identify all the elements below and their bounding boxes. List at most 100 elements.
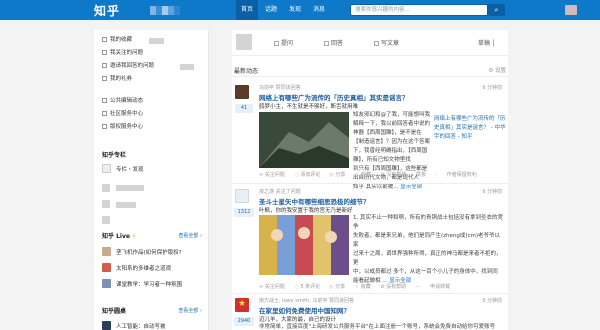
live-item[interactable]: 垄飞机作品(如何保护版权? (116, 248, 182, 256)
answer-image[interactable] (259, 112, 349, 168)
live-avatar (102, 247, 111, 256)
answer-excerpt: 非常简单，直接百度"上海研发公共服务平台"在上面注册一个账号，系统会免费自动给你… (259, 324, 496, 330)
share-action[interactable]: ▷ 分享 (330, 172, 345, 178)
sidebar-item-invited-questions[interactable]: 邀请我回答的问题 (102, 62, 154, 71)
community-icon (102, 111, 107, 116)
feed-item: ★ 南方战士, lowy smith, 马前卒 赞同该回答 9 分钟前 在家里如… (232, 295, 508, 330)
answer-author: 迈儿羊，大家的最，自己的设计 (259, 317, 337, 323)
question-title[interactable]: 网络上有哪些广为流传的「历史真相」其实是谣言？ (259, 92, 409, 102)
live-avatar (102, 263, 111, 272)
gift-icon (102, 76, 107, 81)
report-action[interactable]: 举报 (416, 172, 426, 178)
request-reprint-action[interactable]: 申请转载 (430, 284, 450, 290)
write-article-button[interactable]: 写文章 (374, 38, 399, 47)
settings-link[interactable]: ⚙ 设置 (488, 66, 506, 74)
user-avatar[interactable] (565, 5, 577, 15)
not-helpful-action[interactable]: ⊘ 没有帮助 (381, 172, 407, 178)
rights-notice: 作者保留权利 (446, 172, 477, 178)
feed-header: 最新动态 ⚙ 设置 (232, 66, 508, 77)
author-avatar[interactable]: ★ (235, 298, 249, 312)
ask-icon (274, 41, 279, 46)
feed-item: 孩之游 关注了问题 9 分钟前 圣斗士星矢中有哪些细思恐极的细节？ 1312 叶… (232, 186, 508, 291)
answer-author: 鸥梦小主，不生就是不够好，断舌就用难 (259, 104, 359, 110)
lightning-icon: ⚡ (132, 233, 137, 240)
timestamp: 9 分钟前 (482, 189, 502, 195)
item-actions: + 关注问题 ◌ 添加评论 ▷ 分享 ☆ 收藏 ⊘ 没有帮助 举报 · 作者保留… (259, 171, 485, 178)
drafts-link[interactable]: 草稿 │ (478, 38, 496, 47)
feed-title: 最新动态 (234, 68, 259, 75)
question-title[interactable]: 在家里如何免费使用中国知网？ (259, 305, 350, 315)
timestamp: 9 分钟前 (482, 298, 502, 304)
roundtable-view-all-link[interactable]: 查看全部 › (178, 307, 202, 314)
main-feed: 提问 回答 写文章 草稿 │ 最新动态 ⚙ 设置 马前卒 赞同该回答 9 分钟前… (232, 30, 508, 330)
column-discover-link[interactable]: 专栏・发现 (116, 165, 144, 173)
redacted-text (116, 202, 136, 208)
top-bar: 知乎 首页 话题 发现 消息 搜索你感兴趣的内容... ⌕ (0, 0, 600, 20)
live-view-all-link[interactable]: 查看全部 › (178, 232, 202, 239)
author-avatar[interactable] (235, 85, 249, 99)
invite-icon (102, 63, 107, 68)
comment-action[interactable]: ◌ 添加评论 (294, 172, 320, 178)
separator: · (435, 172, 438, 178)
vote-count[interactable]: 2940 (234, 317, 254, 326)
column-icon (102, 164, 111, 173)
anime-image (259, 215, 349, 275)
sidebar-item-coupons[interactable]: 我的礼券 (102, 75, 132, 84)
question-title[interactable]: 圣斗士星矢中有哪些细思恐极的细节？ (259, 196, 370, 206)
sidebar: 我的收藏 我关注的问题 邀请我回答的问题 我的礼券 公共编辑动态 社区服务中心 … (94, 30, 209, 330)
vote-count[interactable]: 1312 (234, 208, 254, 217)
activity-meta: 马前卒 赞同该回答 (259, 85, 301, 91)
column-section-title: 知乎专栏 (102, 152, 127, 159)
author-avatar[interactable] (235, 189, 249, 203)
more-action[interactable]: ··· (416, 284, 422, 290)
sidebar-item-community-center[interactable]: 社区服务中心 (102, 110, 143, 119)
nav-topics[interactable]: 话题 (260, 0, 282, 20)
collect-action[interactable]: ☆ 收藏 (355, 284, 371, 290)
pen-icon (374, 41, 379, 46)
nav-home[interactable]: 首页 (236, 0, 258, 20)
live-item[interactable]: 课堂教学：学习者一种氛围 (116, 280, 182, 288)
divider (232, 293, 508, 294)
answer-icon (324, 41, 329, 46)
compose-toolbar: 提问 回答 写文章 草稿 │ (232, 30, 508, 56)
copyright-icon (102, 124, 107, 129)
list-icon (102, 50, 107, 55)
related-answer-link[interactable]: 网络上有哪些广为流传的「历史真相」其实是谣言？ - 中华宇的回答 - 知乎 (434, 115, 506, 142)
redacted-text (116, 185, 144, 191)
live-item[interactable]: 太阳系的多维者之道观 (116, 264, 171, 272)
logo[interactable]: 知乎 (94, 2, 120, 19)
redacted-user-block (150, 6, 180, 15)
share-action[interactable]: ▷ 分享 (330, 284, 345, 290)
search-icon: ⌕ (494, 6, 499, 14)
redacted-user-avatar (236, 34, 252, 50)
answer-button[interactable]: 回答 (324, 38, 343, 47)
live-section-title: 知乎 Live ⚡ (102, 233, 137, 240)
sidebar-item-public-edit[interactable]: 公共编辑动态 (102, 97, 143, 106)
sidebar-item-collections[interactable]: 我的收藏 (102, 36, 132, 45)
roundtable-item[interactable]: 人工智能：自动写被 (116, 322, 166, 330)
search-input[interactable]: 搜索你感兴趣的内容... (350, 4, 488, 16)
search-button[interactable]: ⌕ (488, 4, 505, 16)
roundtable-avatar (102, 321, 111, 330)
activity-meta: 孩之游 关注了问题 (259, 189, 301, 195)
redacted-avatar (102, 200, 110, 208)
roundtable-section-title: 知乎圆桌 (102, 308, 127, 315)
vote-count[interactable]: 41 (235, 104, 253, 113)
answer-image[interactable] (259, 215, 349, 275)
landscape-image (259, 112, 349, 168)
ask-button[interactable]: 提问 (274, 38, 293, 47)
nav-messages[interactable]: 消息 (308, 0, 330, 20)
star-icon: ★ (238, 299, 247, 309)
item-actions: + 关注问题 ◌ 5 条评论 ▷ 分享 ☆ 收藏 ⊘ 没有帮助 ··· 申请转载 (259, 283, 458, 290)
collect-action[interactable]: ☆ 收藏 (355, 172, 371, 178)
follow-question-action[interactable]: + 关注问题 (259, 172, 285, 178)
redacted-avatar (102, 216, 110, 224)
redacted-count (180, 64, 194, 70)
follow-question-action[interactable]: + 关注问题 (259, 284, 285, 290)
not-helpful-action[interactable]: ⊘ 没有帮助 (380, 284, 406, 290)
sidebar-item-copyright-center[interactable]: 版权服务中心 (102, 123, 143, 132)
sidebar-item-followed-questions[interactable]: 我关注的问题 (102, 49, 143, 58)
comment-action[interactable]: ◌ 5 条评论 (294, 284, 320, 290)
nav-discover[interactable]: 发现 (284, 0, 306, 20)
live-avatar (102, 279, 111, 288)
